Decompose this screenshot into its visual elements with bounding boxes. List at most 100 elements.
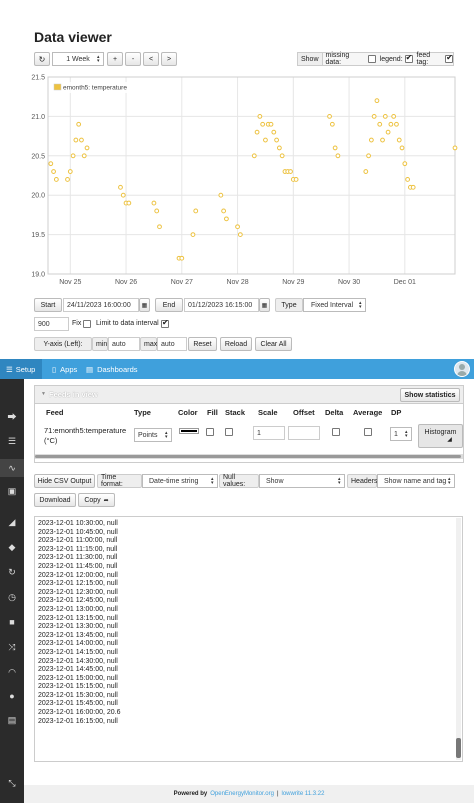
col-delta: Delta xyxy=(325,408,344,417)
feed-type-select[interactable]: Points xyxy=(134,428,172,442)
version-link[interactable]: lowwrite 11.3.22 xyxy=(282,791,325,797)
data-point xyxy=(120,192,126,198)
sync-icon[interactable]: ↻ xyxy=(6,566,18,578)
user-icon xyxy=(459,364,465,370)
prev-button[interactable]: < xyxy=(143,52,159,66)
time-format-select[interactable]: Date-time string xyxy=(142,474,218,488)
limit-interval-checkbox[interactable] xyxy=(161,318,169,328)
interval-type-select[interactable]: Fixed Interval xyxy=(303,298,366,312)
user-account-icon[interactable]: ● xyxy=(6,690,18,702)
range-select[interactable]: 1 Week xyxy=(52,52,104,66)
csv-line: 2023-12-01 15:45:00, null xyxy=(38,700,118,708)
end-calendar-button[interactable]: ▦ xyxy=(259,298,270,312)
page-title: Data viewer xyxy=(34,29,112,45)
clear-all-button[interactable]: Clear All xyxy=(255,337,292,351)
histogram-button[interactable]: Histogram ◢ xyxy=(418,424,463,448)
interval-input[interactable]: 900 xyxy=(34,317,69,331)
feeds-panel-header[interactable]: ▼ Feeds in view Show statistics xyxy=(35,386,463,404)
next-button[interactable]: > xyxy=(161,52,177,66)
ymin-input[interactable]: auto xyxy=(108,337,140,351)
zoom-in-button[interactable]: + xyxy=(107,52,123,66)
data-point xyxy=(293,177,299,182)
average-checkbox[interactable] xyxy=(364,428,372,436)
scrollbar-thumb[interactable] xyxy=(35,455,461,458)
stack-checkbox[interactable] xyxy=(225,428,233,436)
data-point xyxy=(366,153,371,159)
shuffle-icon[interactable]: ⤨ xyxy=(6,641,18,653)
csv-scrollbar-thumb[interactable] xyxy=(456,738,461,758)
reload-button[interactable]: Reload xyxy=(220,337,252,351)
admin-icon[interactable]: ▤ xyxy=(6,714,18,726)
data-point xyxy=(268,121,274,127)
inputs-icon[interactable]: ⮕ xyxy=(6,410,18,422)
feed-tag-checkbox[interactable] xyxy=(445,53,453,63)
null-values-select[interactable]: Show xyxy=(259,474,345,488)
data-point xyxy=(271,129,277,135)
data-point xyxy=(394,121,399,127)
hide-csv-button[interactable]: Hide CSV Output xyxy=(34,474,95,488)
legend-label: emonth5: temperature xyxy=(63,85,127,92)
clock-icon[interactable]: ◷ xyxy=(6,591,18,603)
refresh-button[interactable]: ↻ xyxy=(34,52,50,66)
feeds-horizontal-scrollbar[interactable] xyxy=(35,454,463,459)
data-point xyxy=(193,208,199,214)
graph-icon[interactable]: ∿ xyxy=(0,459,24,477)
nav-setup[interactable]: ☰ Setup xyxy=(0,359,42,379)
data-point xyxy=(335,153,341,159)
data-point xyxy=(224,216,229,222)
start-date-input[interactable]: 24/11/2023 16:00:00 xyxy=(63,298,139,312)
end-date-input[interactable]: 01/12/2023 16:15:00 xyxy=(184,298,259,312)
legend-checkbox[interactable] xyxy=(404,53,413,63)
download-button[interactable]: Download xyxy=(34,493,76,507)
csv-lines: 2023-12-01 10:30:00, null 2023-12-01 10:4… xyxy=(38,520,121,726)
temperature-chart[interactable]: 21.5 21.0 20.5 20.0 19.5 19.0 Nov 25 Nov 26 Nov … xyxy=(0,70,474,292)
csv-scrollbar[interactable] xyxy=(456,518,461,760)
feeds-table-header: Feed Type Color Fill Stack Scale Offset … xyxy=(35,408,463,420)
oem-link[interactable]: OpenEnergyMonitor.org xyxy=(210,791,274,797)
show-statistics-button[interactable]: Show statistics xyxy=(400,388,460,402)
wifi-icon[interactable]: ◠ xyxy=(6,666,18,678)
backup-icon[interactable]: ■ xyxy=(6,616,18,628)
data-point xyxy=(251,153,257,159)
zoom-out-button[interactable]: - xyxy=(125,52,141,66)
ymax-input[interactable]: auto xyxy=(157,337,187,351)
offset-input[interactable] xyxy=(288,426,320,440)
fill-checkbox[interactable] xyxy=(206,428,214,436)
footer-separator: | xyxy=(276,791,279,797)
col-fill: Fill xyxy=(207,408,218,417)
dp-select[interactable]: 1 xyxy=(390,427,412,441)
megaphone-icon[interactable]: ◢ xyxy=(6,516,18,528)
reset-button[interactable]: Reset xyxy=(188,337,217,351)
x-tick-label: Nov 28 xyxy=(226,279,248,286)
fix-checkbox[interactable] xyxy=(83,320,91,328)
csv-line: 2023-12-01 10:45:00, null xyxy=(38,528,118,536)
refresh-icon: ↻ xyxy=(38,54,46,64)
user-avatar[interactable] xyxy=(454,361,470,377)
delta-checkbox[interactable] xyxy=(332,428,340,436)
data-point xyxy=(190,232,196,238)
missing-data-checkbox[interactable] xyxy=(367,55,376,63)
col-scale: Scale xyxy=(258,408,278,417)
headers-select[interactable]: Show name and tag xyxy=(377,474,455,488)
show-options-group: Show missing data: legend: feed tag: xyxy=(297,52,454,66)
data-point xyxy=(118,184,123,190)
feed-color-swatch[interactable] xyxy=(179,428,199,434)
end-button[interactable]: End xyxy=(155,298,183,312)
csv-output[interactable]: 2023-12-01 10:30:00, null 2023-12-01 10:4… xyxy=(34,516,463,762)
feed-name: 71:emonth5:temperature (°C) xyxy=(44,426,127,445)
data-point xyxy=(263,137,268,143)
nav-dashboards[interactable]: ▤ Dashboards xyxy=(86,359,138,379)
feeds-list-icon[interactable]: ☰ xyxy=(6,435,18,447)
start-calendar-button[interactable]: ▦ xyxy=(139,298,150,312)
apps-icon: ▯ xyxy=(52,364,57,374)
nav-apps[interactable]: ▯ Apps xyxy=(52,359,77,379)
tag-icon[interactable]: ◆ xyxy=(6,541,18,553)
csv-line: 2023-12-01 11:15:00, null xyxy=(38,545,118,553)
start-button[interactable]: Start xyxy=(34,298,62,312)
data-point xyxy=(288,169,293,174)
csv-line: 2023-12-01 13:15:00, null xyxy=(38,614,118,622)
scale-input[interactable]: 1 xyxy=(253,426,285,440)
device-icon[interactable]: ▣ xyxy=(6,485,18,497)
copy-button[interactable]: Copy ➦ xyxy=(78,493,115,507)
expand-icon[interactable]: ⤡ xyxy=(6,777,18,789)
